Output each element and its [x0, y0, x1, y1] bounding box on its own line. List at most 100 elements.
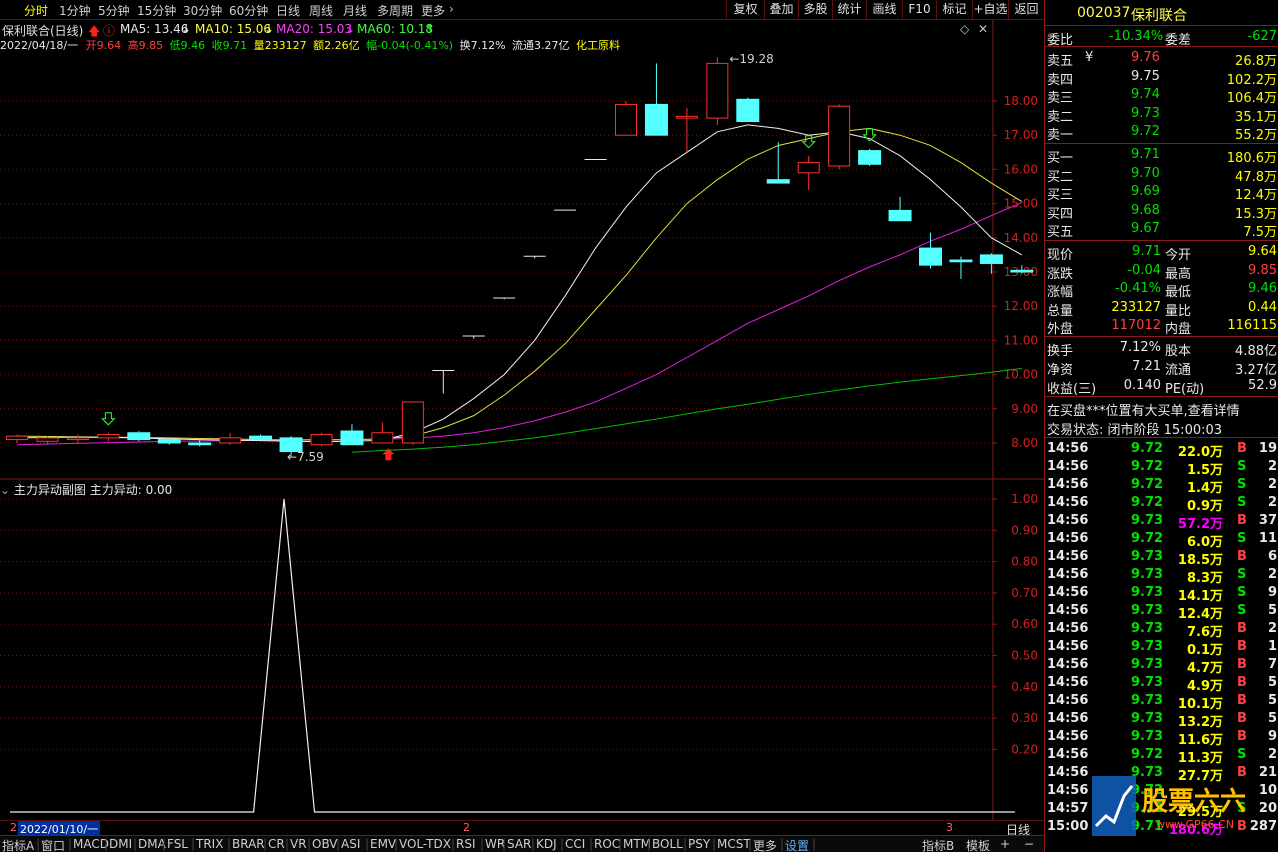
- indicator-tab-5[interactable]: FSL: [167, 837, 188, 851]
- candle[interactable]: [797, 155, 820, 190]
- indicator-tab-22[interactable]: PSY: [688, 837, 710, 851]
- low-price-label: ←7.59: [287, 450, 324, 464]
- trade-count: 11: [1258, 531, 1277, 546]
- statistics-button[interactable]: 统计: [832, 0, 866, 20]
- indicator-tab-6[interactable]: TRIX: [196, 837, 223, 851]
- period-tab-60min[interactable]: 60分钟: [229, 2, 268, 19]
- back-button[interactable]: 返回: [1008, 0, 1044, 20]
- period-tab-more[interactable]: 更多: [421, 2, 445, 19]
- trade-time: 14:56: [1047, 639, 1089, 654]
- candle[interactable]: [310, 432, 333, 447]
- candle[interactable]: [432, 369, 455, 394]
- stat-label: 最高: [1165, 266, 1192, 282]
- indicator-tab-7[interactable]: BRAR: [232, 837, 265, 851]
- candle[interactable]: [127, 431, 151, 442]
- price-axis-label: 9.00: [1011, 402, 1038, 416]
- trade-count: 2: [1267, 747, 1277, 762]
- period-tab-15min[interactable]: 15分钟: [137, 2, 176, 19]
- indicator-tab-12[interactable]: EMV: [370, 837, 396, 851]
- candle[interactable]: [828, 104, 851, 170]
- indicator-tab-14[interactable]: RSI: [456, 837, 476, 851]
- indicator-tab-1[interactable]: 窗口: [41, 837, 65, 852]
- period-tab-monthly[interactable]: 月线: [343, 2, 367, 19]
- candle[interactable]: [523, 255, 546, 259]
- indicator-tab-19[interactable]: ROC: [594, 837, 620, 851]
- indicator-tab-23[interactable]: MCST: [717, 837, 751, 851]
- indicator-tab-8[interactable]: CR: [268, 837, 285, 851]
- candle[interactable]: [493, 297, 516, 300]
- candle[interactable]: [371, 422, 394, 444]
- indicator-tab-21[interactable]: BOLL: [652, 837, 683, 851]
- candle[interactable]: [979, 253, 1003, 274]
- indicator-tab-16[interactable]: SAR: [507, 837, 531, 851]
- indicator-chart[interactable]: 1.00 0.90 0.80 0.70 0.60 0.50 0.40 0.30 0.20: [0, 480, 1044, 820]
- bid-volume: 7.5万: [1243, 225, 1277, 241]
- indicator-tab-17[interactable]: KDJ: [536, 837, 557, 851]
- candle[interactable]: [675, 107, 698, 153]
- chevron-right-icon[interactable]: ›: [449, 2, 454, 16]
- draw-line-button[interactable]: 画线: [866, 0, 902, 20]
- bid-volume: 180.6万: [1226, 151, 1277, 166]
- multi-stock-button[interactable]: 多股: [798, 0, 832, 20]
- period-tab-30min[interactable]: 30分钟: [183, 2, 222, 19]
- candlestick-chart[interactable]: 18.0017.0016.0015.0014.0013.0012.0011.00…: [0, 20, 1044, 480]
- candle[interactable]: [401, 401, 424, 445]
- mark-button[interactable]: 标记: [936, 0, 972, 20]
- candle[interactable]: [6, 434, 28, 443]
- candle[interactable]: [615, 101, 637, 136]
- tab-divider: |: [502, 837, 507, 851]
- overlay-button[interactable]: 叠加: [764, 0, 798, 20]
- trade-time: 15:00: [1047, 819, 1089, 834]
- big-order-notice[interactable]: 在买盘***位置有大买单,查看详情: [1045, 399, 1278, 419]
- candle[interactable]: [766, 142, 790, 184]
- indicator-tab-3[interactable]: DMI: [109, 837, 132, 851]
- candle[interactable]: [706, 57, 729, 125]
- restore-rights-button[interactable]: 复权: [726, 0, 764, 20]
- trade-row: 14:56 9.73 0.1万 B 1: [1045, 638, 1278, 658]
- candle[interactable]: [219, 432, 242, 445]
- candle[interactable]: [66, 434, 89, 443]
- bid-price: 9.67: [1131, 221, 1160, 237]
- trade-price: 9.73: [1131, 513, 1164, 528]
- tab-divider: |: [133, 837, 138, 851]
- panel-tab-1[interactable]: 模板: [966, 837, 990, 852]
- period-tab-1min[interactable]: 1分钟: [59, 2, 91, 19]
- indicator-tab-0[interactable]: 指标A: [2, 837, 34, 852]
- trade-time: 14:56: [1047, 549, 1089, 564]
- ask-label: 卖三: [1047, 91, 1074, 107]
- trade-row: 14:56 9.73 4.7万 B 7: [1045, 656, 1278, 676]
- candle[interactable]: [858, 148, 882, 166]
- period-tab-weekly[interactable]: 周线: [309, 2, 333, 19]
- indicator-tab-25[interactable]: 设置: [785, 837, 809, 852]
- period-tab-multi[interactable]: 多周期: [377, 2, 413, 19]
- trade-time: 14:56: [1047, 567, 1089, 582]
- indicator-tab-10[interactable]: OBV: [312, 837, 338, 851]
- panel-tab-2[interactable]: +: [1000, 837, 1010, 851]
- bid-volume: 15.3万: [1235, 206, 1277, 222]
- period-tab-5min[interactable]: 5分钟: [98, 2, 130, 19]
- panel-tab-3[interactable]: −: [1024, 837, 1034, 851]
- period-tab-daily[interactable]: 日线: [276, 2, 300, 19]
- trade-direction: B: [1237, 657, 1247, 672]
- indicator-tab-13[interactable]: VOL-TDX: [399, 837, 451, 851]
- indicator-tab-18[interactable]: CCI: [565, 837, 585, 851]
- candle[interactable]: [888, 196, 912, 222]
- candle[interactable]: [462, 335, 485, 339]
- quote-stat-row: 外盘 117012 内盘 116115: [1045, 317, 1278, 337]
- tab-divider: |: [307, 837, 312, 851]
- period-tab-timeshare[interactable]: 分时: [24, 2, 48, 19]
- indicator-tab-9[interactable]: VR: [290, 837, 307, 851]
- candle[interactable]: [949, 256, 973, 279]
- trade-time: 14:57: [1047, 801, 1089, 816]
- candle[interactable]: [736, 97, 760, 123]
- period-toolbar: 分时 1分钟 5分钟 15分钟 30分钟 60分钟 日线 周线 月线 多周期 更…: [0, 0, 1044, 20]
- indicator-tab-11[interactable]: ASI: [341, 837, 360, 851]
- candle[interactable]: [97, 432, 120, 442]
- indicator-tab-24[interactable]: 更多: [753, 837, 777, 852]
- indicator-axis-label: 0.80: [1011, 555, 1038, 569]
- add-watchlist-button[interactable]: +自选: [972, 0, 1008, 20]
- candle[interactable]: [340, 424, 364, 446]
- panel-tab-0[interactable]: 指标B: [922, 837, 954, 852]
- candle[interactable]: [644, 63, 668, 136]
- f10-button[interactable]: F10: [902, 0, 936, 20]
